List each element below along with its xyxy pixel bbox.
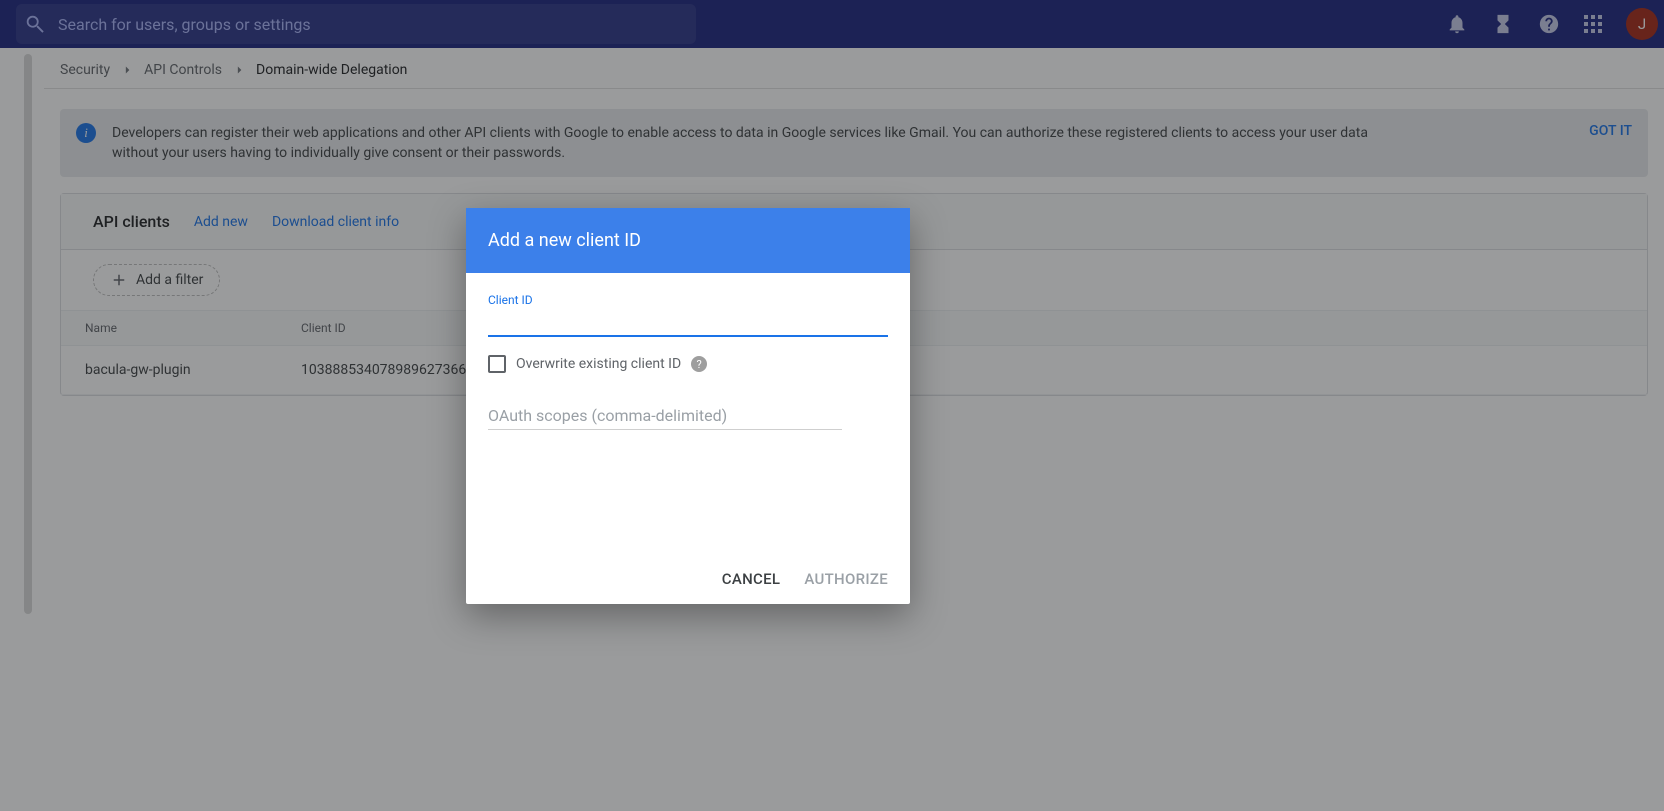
cancel-button[interactable]: CANCEL bbox=[722, 570, 781, 588]
help-icon[interactable]: ? bbox=[691, 356, 707, 372]
client-id-input[interactable] bbox=[488, 307, 888, 337]
add-client-id-dialog: Add a new client ID Client ID Overwrite … bbox=[466, 208, 910, 604]
authorize-button[interactable]: AUTHORIZE bbox=[804, 570, 888, 588]
overwrite-checkbox[interactable] bbox=[488, 355, 506, 373]
oauth-scopes-input[interactable] bbox=[488, 401, 842, 430]
overwrite-label: Overwrite existing client ID bbox=[516, 356, 681, 372]
dialog-title: Add a new client ID bbox=[466, 208, 910, 273]
client-id-label: Client ID bbox=[488, 293, 888, 307]
